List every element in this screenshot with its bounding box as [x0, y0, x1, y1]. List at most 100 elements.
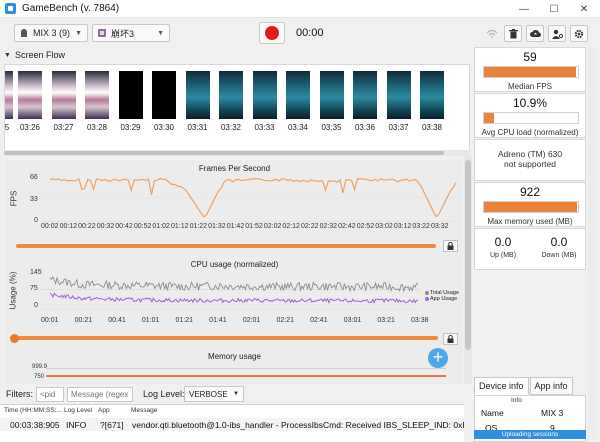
- screenshot-thumbnail[interactable]: [5, 71, 13, 119]
- screen-flow-header[interactable]: ▼ Screen Flow: [4, 48, 470, 62]
- median-fps-card: 59 Median FPS: [474, 47, 586, 92]
- screen-flow-strip[interactable]: 5 03:26 03:27 03:28 03:29 03:30 03:31 03:32 03:3…: [4, 64, 470, 152]
- fps-y-tick: 33: [30, 196, 38, 203]
- app-select[interactable]: 崩坏3 ▼: [92, 24, 170, 42]
- x-tick-label: 03:01: [343, 317, 362, 324]
- collapse-icon: ▼: [4, 51, 11, 59]
- screenshot-thumbnail[interactable]: [185, 71, 210, 119]
- plus-icon: +: [432, 348, 444, 367]
- chevron-down-icon: ▼: [233, 391, 239, 397]
- account-settings-button[interactable]: [548, 25, 566, 42]
- record-button[interactable]: [259, 22, 285, 44]
- network-card: 0.0 Up (MB) 0.0 Down (MB): [474, 228, 586, 270]
- thumbnail-timestamp: 03:28: [86, 123, 108, 132]
- x-tick-label: 02:02: [263, 223, 282, 230]
- message-filter-input[interactable]: [67, 386, 133, 402]
- download-value: 0.0: [550, 235, 568, 249]
- cpu-range-slider[interactable]: [16, 336, 438, 340]
- memory-y-tick: 750: [34, 374, 45, 380]
- x-tick-label: 00:52: [133, 223, 152, 230]
- screenshot-thumbnail[interactable]: [353, 71, 377, 119]
- log-level-select[interactable]: VERBOSE ▼: [184, 386, 244, 402]
- x-tick-label: 00:32: [96, 223, 115, 230]
- user-settings-icon: [551, 29, 563, 39]
- thumbnail-timestamp: 03:29: [120, 123, 141, 132]
- screen-flow-scrollbar[interactable]: [4, 150, 470, 156]
- memory-y-tick: 999.9: [32, 364, 48, 370]
- maximize-button[interactable]: ☐: [539, 0, 569, 18]
- x-tick-label: 02:32: [319, 223, 338, 230]
- device-select[interactable]: MIX 3 (9) ▼: [14, 24, 88, 42]
- lock-icon: [447, 242, 454, 250]
- x-tick-label: 02:12: [282, 223, 300, 230]
- screenshot-thumbnail[interactable]: [386, 71, 411, 119]
- cpu-y-tick: 75: [30, 285, 38, 292]
- log-table[interactable]: Time (HH:MM:SS:... Log Level App Message…: [0, 404, 464, 442]
- info-header: Info: [511, 397, 522, 404]
- col-level-header[interactable]: Log Level: [64, 407, 92, 414]
- upload-label: Up (MB): [489, 252, 517, 259]
- log-level-label: Log Level:: [143, 389, 185, 399]
- screenshot-thumbnail[interactable]: [85, 71, 109, 119]
- trash-icon: [508, 28, 518, 38]
- x-tick-label: 01:01: [141, 317, 160, 324]
- cpu-line-plot: [40, 275, 420, 310]
- add-chart-button[interactable]: +: [428, 348, 448, 368]
- minimize-button[interactable]: —: [509, 0, 539, 18]
- fps-range-slider[interactable]: [16, 244, 436, 248]
- cpu-slider-handle[interactable]: [10, 334, 19, 343]
- gamebench-logo-icon: [5, 3, 16, 14]
- delete-button[interactable]: [504, 25, 522, 42]
- x-tick-label: 03:22: [412, 223, 430, 230]
- x-tick-label: 01:21: [175, 317, 194, 324]
- android-icon: [21, 29, 27, 37]
- wifi-icon[interactable]: [483, 25, 501, 42]
- screen-flow-label: Screen Flow: [14, 50, 65, 60]
- x-tick-label: 01:42: [226, 223, 245, 230]
- thumbnail-timestamp: 03:30: [153, 123, 175, 132]
- screenshot-thumbnail[interactable]: [420, 71, 444, 119]
- x-tick-label: 01:41: [209, 317, 227, 324]
- col-app-header[interactable]: App: [98, 407, 110, 414]
- close-button[interactable]: ✕: [569, 0, 599, 18]
- lock-button[interactable]: [443, 333, 458, 345]
- record-icon: [265, 26, 279, 40]
- screenshot-thumbnail[interactable]: [286, 71, 310, 119]
- x-tick-label: 00:01: [41, 317, 59, 324]
- memory-bar: [483, 201, 579, 213]
- app-icon: [98, 29, 106, 37]
- x-tick-label: 01:52: [245, 223, 263, 230]
- gpu-name: Adreno (TM) 630: [497, 149, 563, 159]
- screenshot-thumbnail[interactable]: [219, 71, 243, 119]
- x-tick-label: 01:22: [189, 223, 208, 230]
- col-time-header[interactable]: Time (HH:MM:SS:...: [4, 407, 62, 414]
- screenshot-thumbnail[interactable]: [51, 71, 76, 119]
- lock-button[interactable]: [443, 240, 458, 252]
- tab-device-info[interactable]: Device info: [474, 377, 529, 395]
- charts-scrollbar[interactable]: [464, 156, 472, 384]
- screenshot-thumbnail[interactable]: [118, 71, 143, 119]
- pid-filter-input[interactable]: [36, 386, 64, 402]
- thumbnail-timestamp: 03:32: [220, 123, 242, 132]
- upload-button[interactable]: [526, 25, 544, 42]
- memory-chart-title: Memory usage: [208, 352, 261, 361]
- thumbnail-timestamp: 03:36: [354, 123, 376, 132]
- screenshot-thumbnail[interactable]: [152, 71, 176, 119]
- settings-button[interactable]: [570, 25, 588, 42]
- col-message-header[interactable]: Message: [131, 407, 157, 414]
- tab-app-info[interactable]: App info: [529, 377, 573, 395]
- cpu-y-label: Usage (%): [8, 271, 18, 310]
- right-panel-scrollbar[interactable]: [588, 48, 596, 440]
- x-tick-label: 00:02: [41, 223, 59, 230]
- x-tick-label: 03:02: [375, 223, 393, 230]
- x-tick-label: 02:01: [242, 317, 261, 324]
- x-tick-label: 01:02: [152, 223, 170, 230]
- memory-label: Max memory used (MB): [487, 217, 573, 226]
- chevron-down-icon: ▼: [75, 29, 82, 37]
- screenshot-thumbnail[interactable]: [18, 71, 42, 119]
- fps-chart-title: Frames Per Second: [198, 164, 271, 173]
- screenshot-thumbnail[interactable]: [319, 71, 344, 119]
- thumbnail-timestamp: 03:38: [421, 123, 443, 132]
- screenshot-thumbnail[interactable]: [252, 71, 277, 119]
- memory-chart-panel: Memory usage 999.9 750 +: [6, 348, 463, 384]
